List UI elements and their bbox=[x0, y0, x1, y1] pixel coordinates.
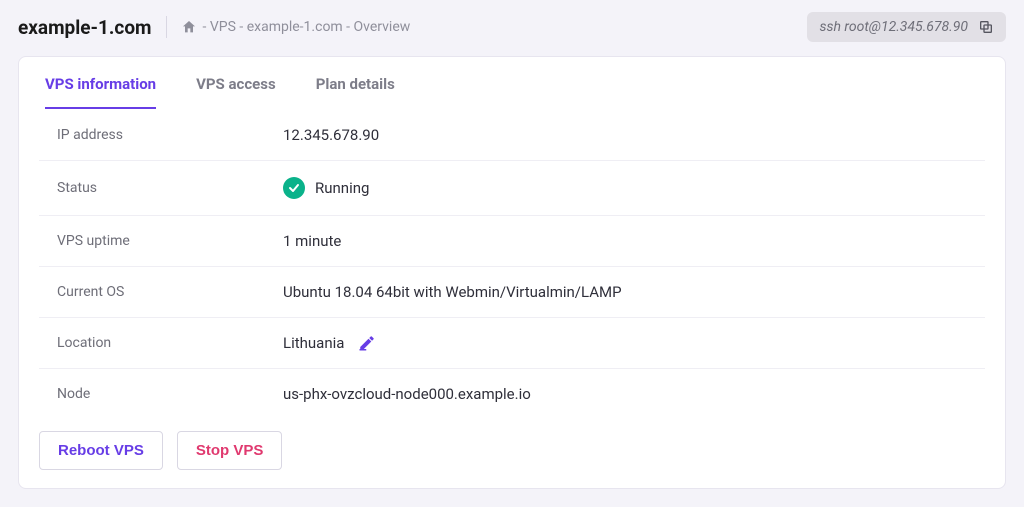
label-location: Location bbox=[39, 335, 283, 351]
row-status: Status Running bbox=[39, 161, 985, 216]
value-uptime: 1 minute bbox=[283, 232, 341, 250]
divider bbox=[166, 16, 167, 38]
value-os: Ubuntu 18.04 64bit with Webmin/Virtualmi… bbox=[283, 283, 622, 301]
top-bar: example-1.com - VPS - example-1.com - Ov… bbox=[0, 0, 1024, 50]
action-buttons: Reboot VPS Stop VPS bbox=[19, 419, 1005, 470]
reboot-button[interactable]: Reboot VPS bbox=[39, 431, 163, 470]
label-node: Node bbox=[39, 386, 283, 402]
stop-button[interactable]: Stop VPS bbox=[177, 431, 283, 470]
location-text: Lithuania bbox=[283, 334, 344, 352]
tab-plan-details[interactable]: Plan details bbox=[316, 57, 395, 109]
row-uptime: VPS uptime 1 minute bbox=[39, 216, 985, 267]
value-status: Running bbox=[283, 177, 369, 199]
ssh-command-text: ssh root@12.345.678.90 bbox=[819, 19, 968, 35]
label-ip: IP address bbox=[39, 127, 283, 143]
value-ip: 12.345.678.90 bbox=[283, 126, 379, 144]
label-uptime: VPS uptime bbox=[39, 233, 283, 249]
tab-vps-access[interactable]: VPS access bbox=[196, 57, 276, 109]
vps-card: VPS information VPS access Plan details … bbox=[18, 56, 1006, 489]
row-os: Current OS Ubuntu 18.04 64bit with Webmi… bbox=[39, 267, 985, 318]
row-ip: IP address 12.345.678.90 bbox=[39, 110, 985, 161]
copy-icon[interactable] bbox=[978, 19, 994, 35]
breadcrumb: - VPS - example-1.com - Overview bbox=[181, 19, 411, 35]
label-os: Current OS bbox=[39, 284, 283, 300]
site-title: example-1.com bbox=[18, 16, 152, 39]
status-text: Running bbox=[315, 179, 369, 197]
ssh-command-box: ssh root@12.345.678.90 bbox=[807, 12, 1006, 42]
tabs: VPS information VPS access Plan details bbox=[19, 57, 1005, 110]
edit-icon[interactable] bbox=[358, 334, 376, 352]
label-status: Status bbox=[39, 180, 283, 196]
row-node: Node us-phx-ovzcloud-node000.example.io bbox=[39, 369, 985, 419]
check-icon bbox=[283, 177, 305, 199]
breadcrumb-text: - VPS - example-1.com - Overview bbox=[203, 19, 411, 35]
value-node: us-phx-ovzcloud-node000.example.io bbox=[283, 385, 531, 403]
tab-vps-information[interactable]: VPS information bbox=[45, 57, 156, 109]
value-location: Lithuania bbox=[283, 334, 376, 352]
row-location: Location Lithuania bbox=[39, 318, 985, 369]
info-rows: IP address 12.345.678.90 Status Running … bbox=[19, 110, 1005, 419]
home-icon[interactable] bbox=[181, 19, 197, 35]
